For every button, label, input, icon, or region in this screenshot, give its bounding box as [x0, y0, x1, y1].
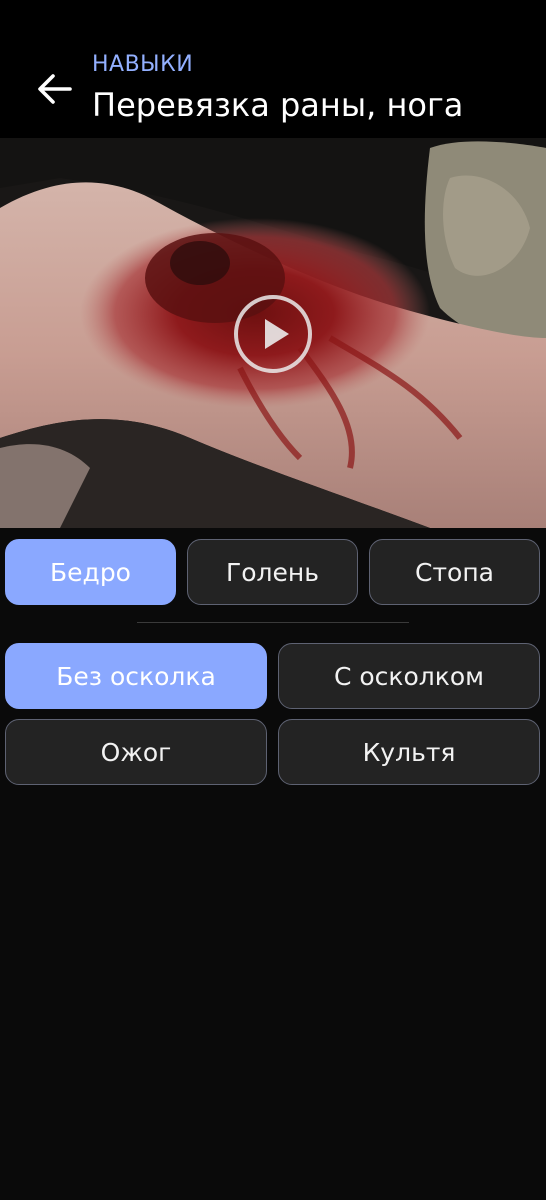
play-icon: [265, 319, 289, 349]
back-button[interactable]: [32, 66, 78, 112]
tab-thigh[interactable]: Бедро: [5, 539, 176, 605]
tab-foot[interactable]: Стопа: [369, 539, 540, 605]
arrow-left-icon: [38, 74, 72, 104]
page-title: Перевязка раны, нога: [92, 86, 464, 124]
wound-type-row-2: Ожог Культя: [5, 719, 540, 785]
option-burn[interactable]: Ожог: [5, 719, 267, 785]
play-button[interactable]: [234, 295, 312, 373]
video-player[interactable]: [0, 138, 546, 528]
body-region-tabs: Бедро Голень Стопа: [5, 539, 540, 605]
option-with-fragment[interactable]: С осколком: [278, 643, 540, 709]
option-no-fragment[interactable]: Без осколка: [5, 643, 267, 709]
wound-type-row-1: Без осколка С осколком: [5, 643, 540, 709]
divider: [137, 622, 409, 623]
section-overline: НАВЫКИ: [92, 52, 194, 77]
app-header: НАВЫКИ Перевязка раны, нога: [0, 0, 546, 138]
option-stump[interactable]: Культя: [278, 719, 540, 785]
tab-shin[interactable]: Голень: [187, 539, 358, 605]
